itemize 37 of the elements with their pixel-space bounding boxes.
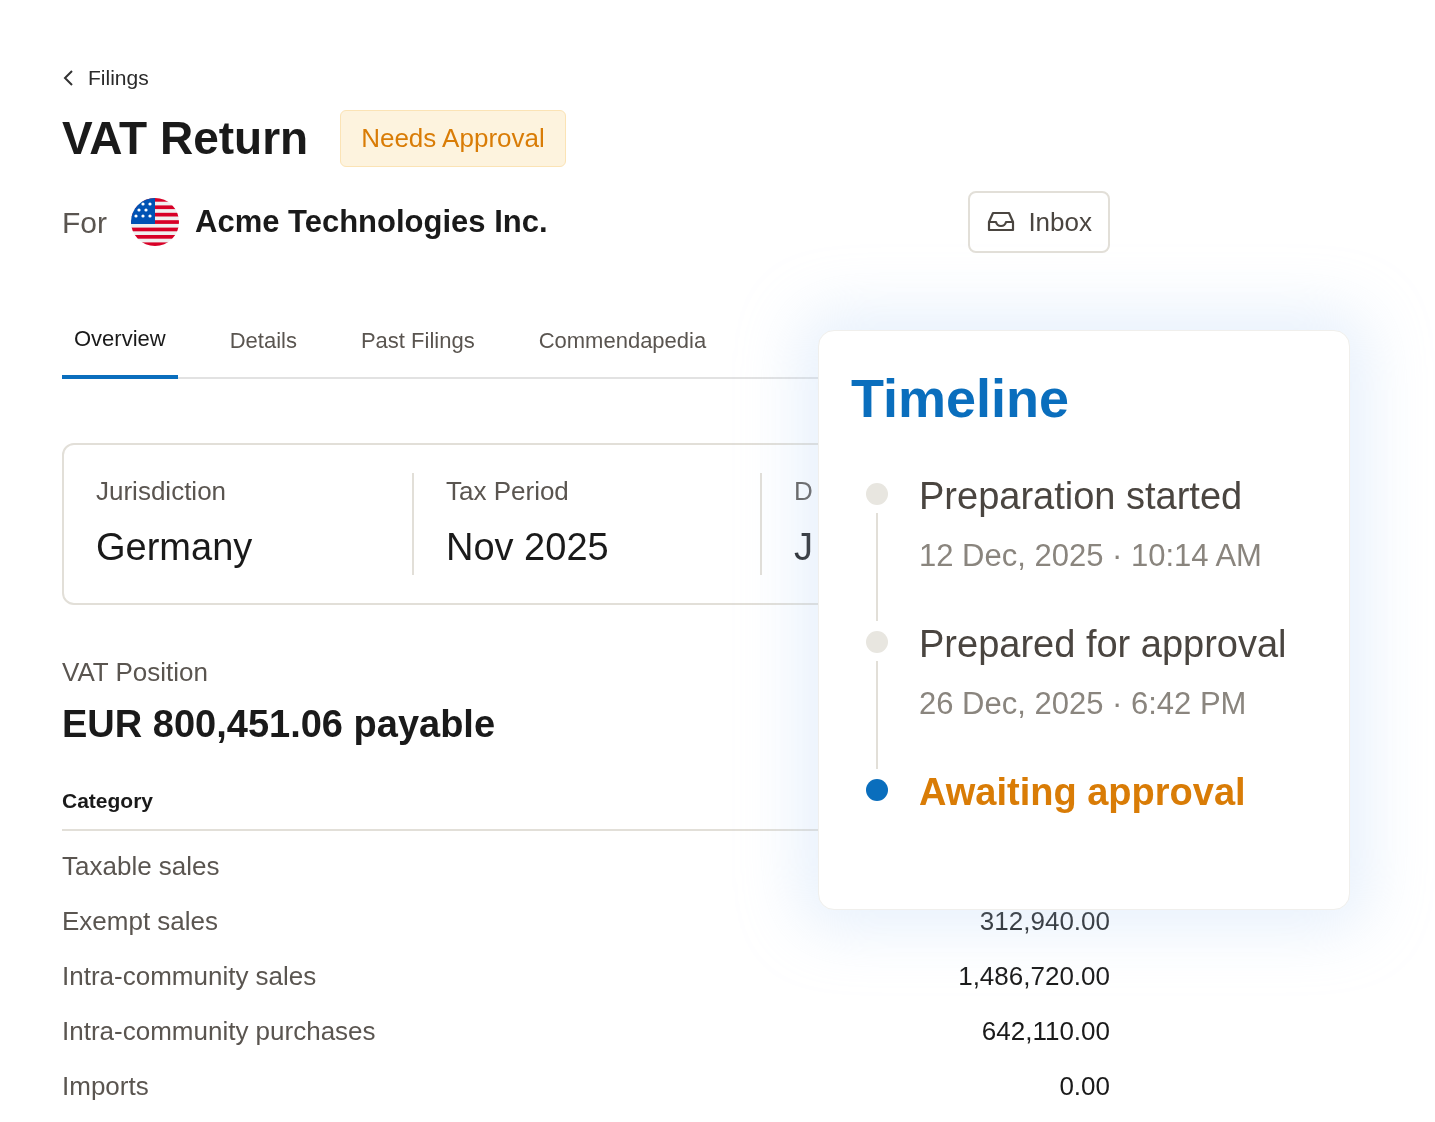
us-flag-icon <box>131 198 179 246</box>
vat-position-value: EUR 800,451.06 payable <box>62 702 496 747</box>
summary-value: Nov 2025 <box>446 525 609 570</box>
amount-cell-text: 1,486,720.00 <box>958 959 1110 993</box>
vat-position-label: VAT Position <box>62 656 208 689</box>
inbox-button[interactable]: Inbox <box>968 191 1110 253</box>
back-link[interactable]: Filings <box>62 62 149 94</box>
tab[interactable]: Commendapedia <box>526 324 719 377</box>
category-cell-text: Taxable sales <box>62 849 220 883</box>
amount-cell-text: 312,940.00 <box>979 904 1110 938</box>
tab[interactable]: Overview <box>62 322 178 379</box>
summary-value: J <box>794 525 813 570</box>
inbox-icon <box>986 210 1017 234</box>
category-cell-text: Imports <box>62 1069 149 1103</box>
event-time: 12 Dec, 2025 · 10:14 AM <box>919 536 1262 575</box>
amount-cell-text: 642,110.00 <box>981 1014 1110 1048</box>
event-title: Prepared for approval <box>919 622 1287 667</box>
summary-value: Germany <box>96 525 253 570</box>
category-cell-text: Intra-community purchases <box>62 1014 376 1048</box>
chevron-left-icon <box>62 68 76 87</box>
tab[interactable]: Details <box>217 324 309 377</box>
summary-label: D <box>794 475 813 508</box>
summary-label: Tax Period <box>446 475 569 508</box>
summary-label: Jurisdiction <box>96 475 227 508</box>
company-name: Acme Technologies Inc. <box>195 202 548 241</box>
for-label: For <box>62 204 107 241</box>
event-title: Awaiting approval <box>919 770 1246 815</box>
event-title: Preparation started <box>919 474 1244 519</box>
event-time: 26 Dec, 2025 · 6:42 PM <box>919 684 1248 723</box>
status-badge: Needs Approval <box>340 109 566 167</box>
timeline-title: Timeline <box>851 371 1071 425</box>
category-cell-text: Intra-community sales <box>62 959 317 993</box>
category-cell-text: Exempt sales <box>62 904 219 938</box>
amount-cell-text: 0.00 <box>1059 1069 1110 1103</box>
column-header: Category <box>62 789 154 812</box>
page-title: VAT Return <box>62 110 309 166</box>
tab[interactable]: Past Filings <box>348 324 487 377</box>
